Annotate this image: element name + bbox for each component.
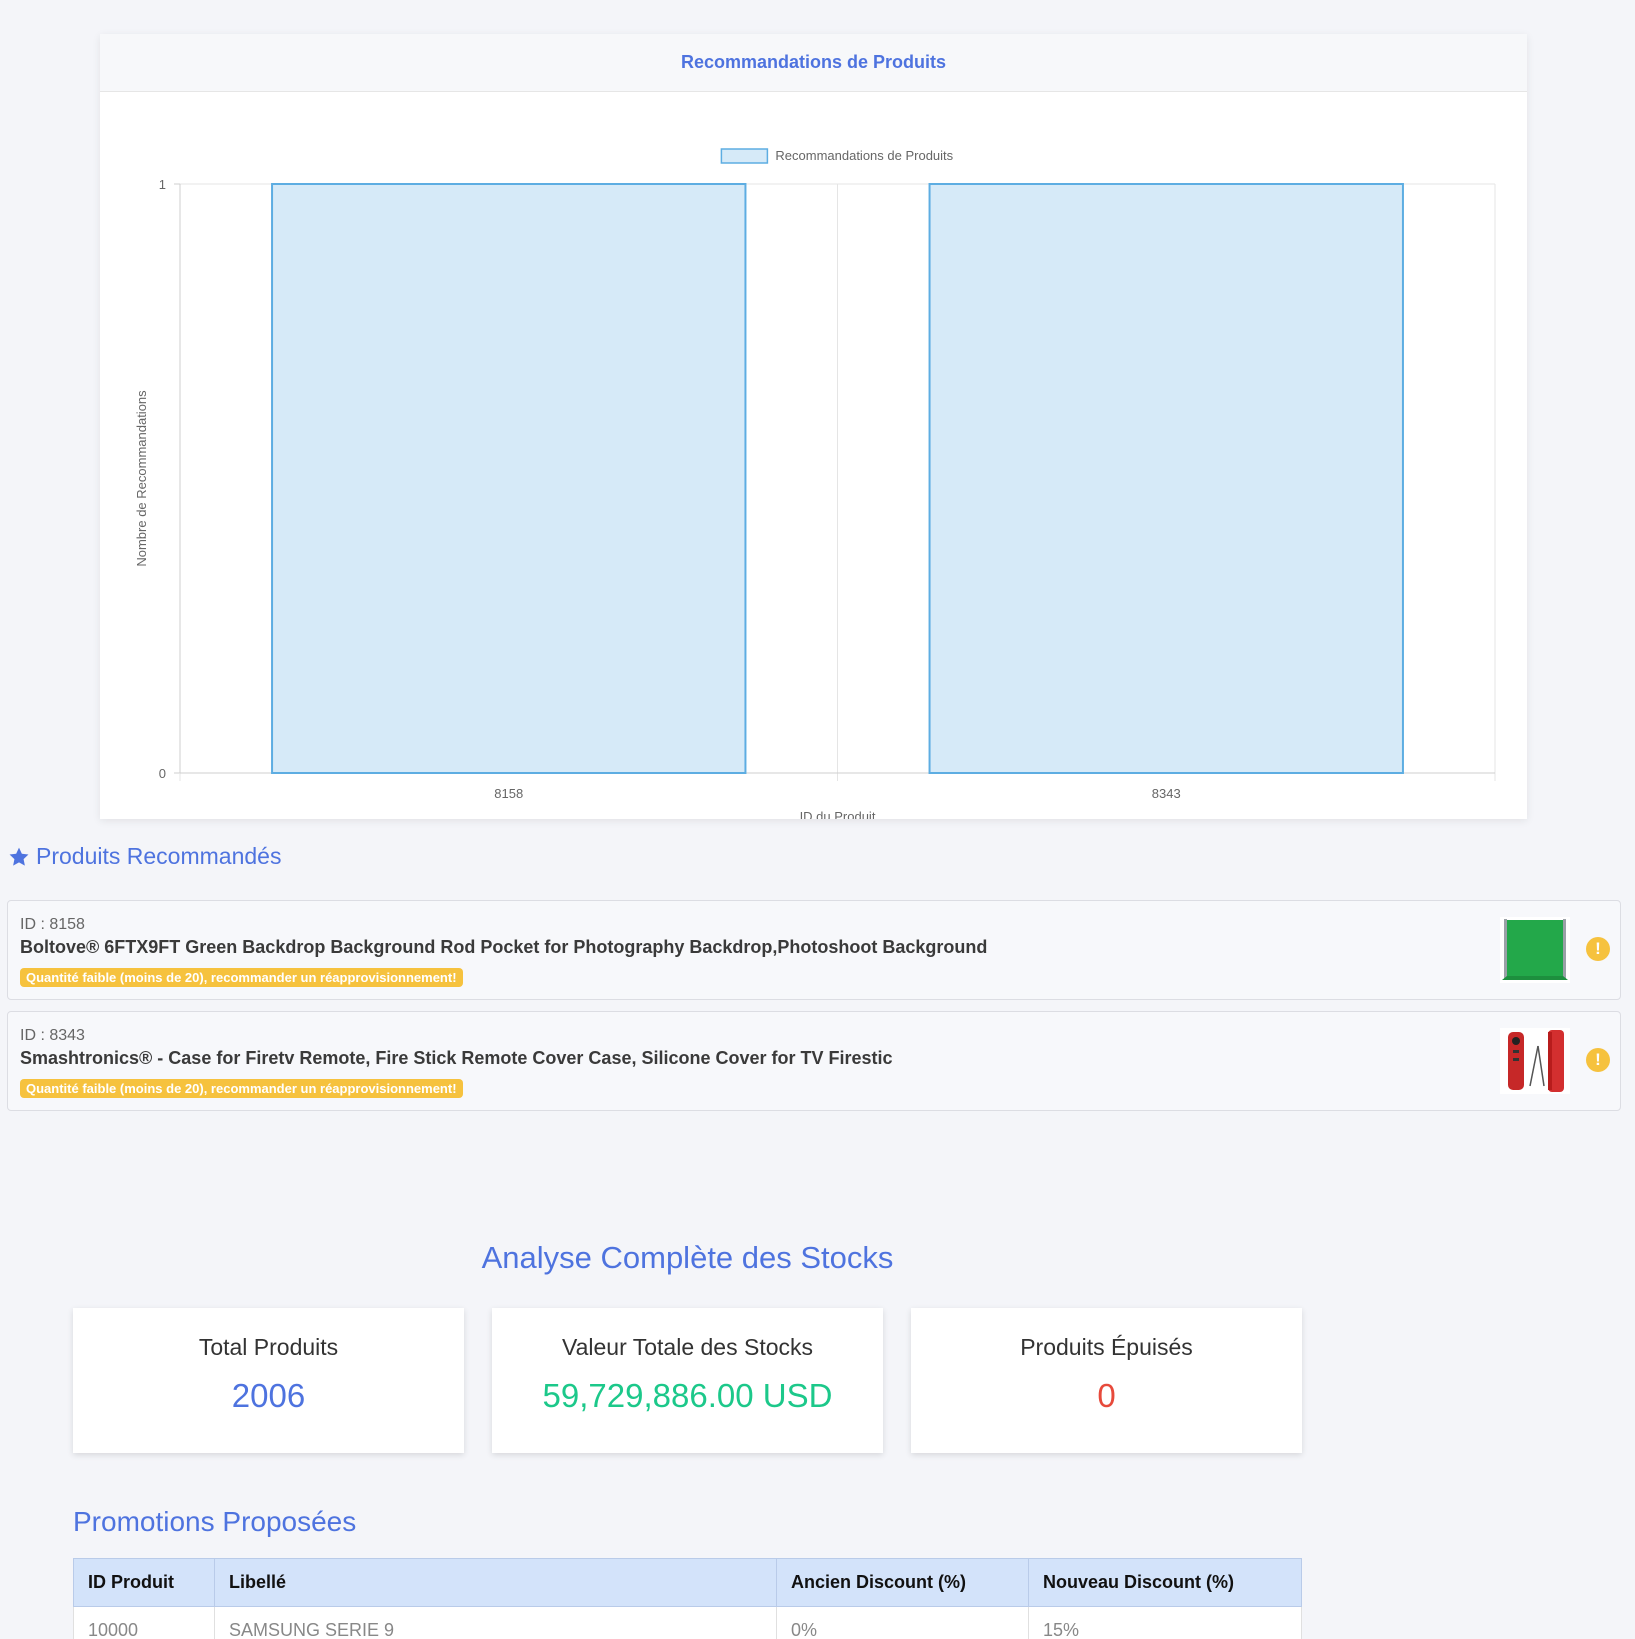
cell-old-discount: 0%: [776, 1606, 1029, 1639]
y-tick-label: 1: [159, 177, 166, 192]
column-header[interactable]: Nouveau Discount (%): [1028, 1558, 1302, 1607]
stat-label: Valeur Totale des Stocks: [561, 1334, 813, 1360]
recommended-products-heading: Produits Recommandés: [8, 843, 281, 870]
recommended-product-item[interactable]: ID : 8158 Boltove® 6FTX9FT Green Backdro…: [7, 900, 1621, 1000]
column-header[interactable]: ID Produit: [73, 1558, 215, 1607]
bar-8158: [271, 183, 747, 774]
legend-swatch: [720, 148, 769, 164]
total-products-card: Total Produits 2006: [73, 1308, 464, 1453]
table-header-row: ID Produit Libellé Ancien Discount (%) N…: [73, 1558, 1302, 1607]
column-header[interactable]: Libellé: [214, 1558, 777, 1607]
promotions-title: Promotions Proposées: [73, 1506, 357, 1537]
low-stock-badge: Quantité faible (moins de 20), recommand…: [20, 968, 463, 987]
product-id: ID : 8343: [20, 1027, 85, 1044]
stocks-analysis-title: Analyse Complète des Stocks: [481, 1240, 894, 1275]
warning-icon: !: [1586, 937, 1610, 961]
x-axis-title: ID du Produit: [800, 809, 876, 819]
stat-value: 0: [1097, 1377, 1116, 1414]
stat-label: Produits Épuisés: [1020, 1334, 1193, 1360]
recommendations-bar-chart: 0 1 8158 8343 ID du Produit Nombre de Recomma…: [134, 148, 1496, 819]
promotions-table: ID Produit Libellé Ancien Discount (%) N…: [73, 1558, 1302, 1639]
legend-label: Recommandations de Produits: [775, 148, 953, 163]
out-of-stock-card: Produits Épuisés 0: [911, 1308, 1302, 1453]
x-tick-label: 8343: [1152, 786, 1181, 801]
cell-new-discount: 15%: [1028, 1606, 1302, 1639]
stat-value: 59,729,886.00 USD: [542, 1377, 833, 1414]
x-tick-label: 8158: [494, 786, 523, 801]
y-axis-title: Nombre de Recommandations: [134, 390, 149, 567]
chart-card-header: Recommandations de Produits: [100, 34, 1527, 92]
table-row[interactable]: 10000 SAMSUNG SERIE 9 0% 15%: [73, 1606, 1302, 1639]
green-backdrop-image: [1500, 917, 1570, 983]
product-title: Boltove® 6FTX9FT Green Backdrop Backgrou…: [20, 937, 988, 957]
star-icon: [9, 847, 29, 866]
stat-value: 2006: [231, 1377, 306, 1414]
recommended-products-title: Produits Recommandés: [36, 843, 282, 869]
recommended-product-item[interactable]: ID : 8343 Smashtronics® - Case for Firet…: [7, 1011, 1621, 1111]
product-id: ID : 8158: [20, 916, 85, 933]
low-stock-badge: Quantité faible (moins de 20), recommand…: [20, 1079, 463, 1098]
bar-8343: [928, 183, 1404, 774]
warning-icon: !: [1586, 1048, 1610, 1072]
product-title: Smashtronics® - Case for Firetv Remote, …: [20, 1048, 893, 1068]
stat-label: Total Produits: [198, 1334, 339, 1360]
cell-label: SAMSUNG SERIE 9: [214, 1606, 777, 1639]
recommendations-chart-card: Recommandations de Produits 0 1 8158 8343 ID…: [100, 34, 1527, 819]
red-remote-case-image: [1500, 1028, 1570, 1094]
cell-product-id: 10000: [73, 1606, 215, 1639]
total-stock-value-card: Valeur Totale des Stocks 59,729,886.00 U…: [492, 1308, 883, 1453]
y-tick-label: 0: [159, 766, 166, 781]
chart-card-title: Recommandations de Produits: [680, 52, 947, 72]
column-header[interactable]: Ancien Discount (%): [776, 1558, 1029, 1607]
